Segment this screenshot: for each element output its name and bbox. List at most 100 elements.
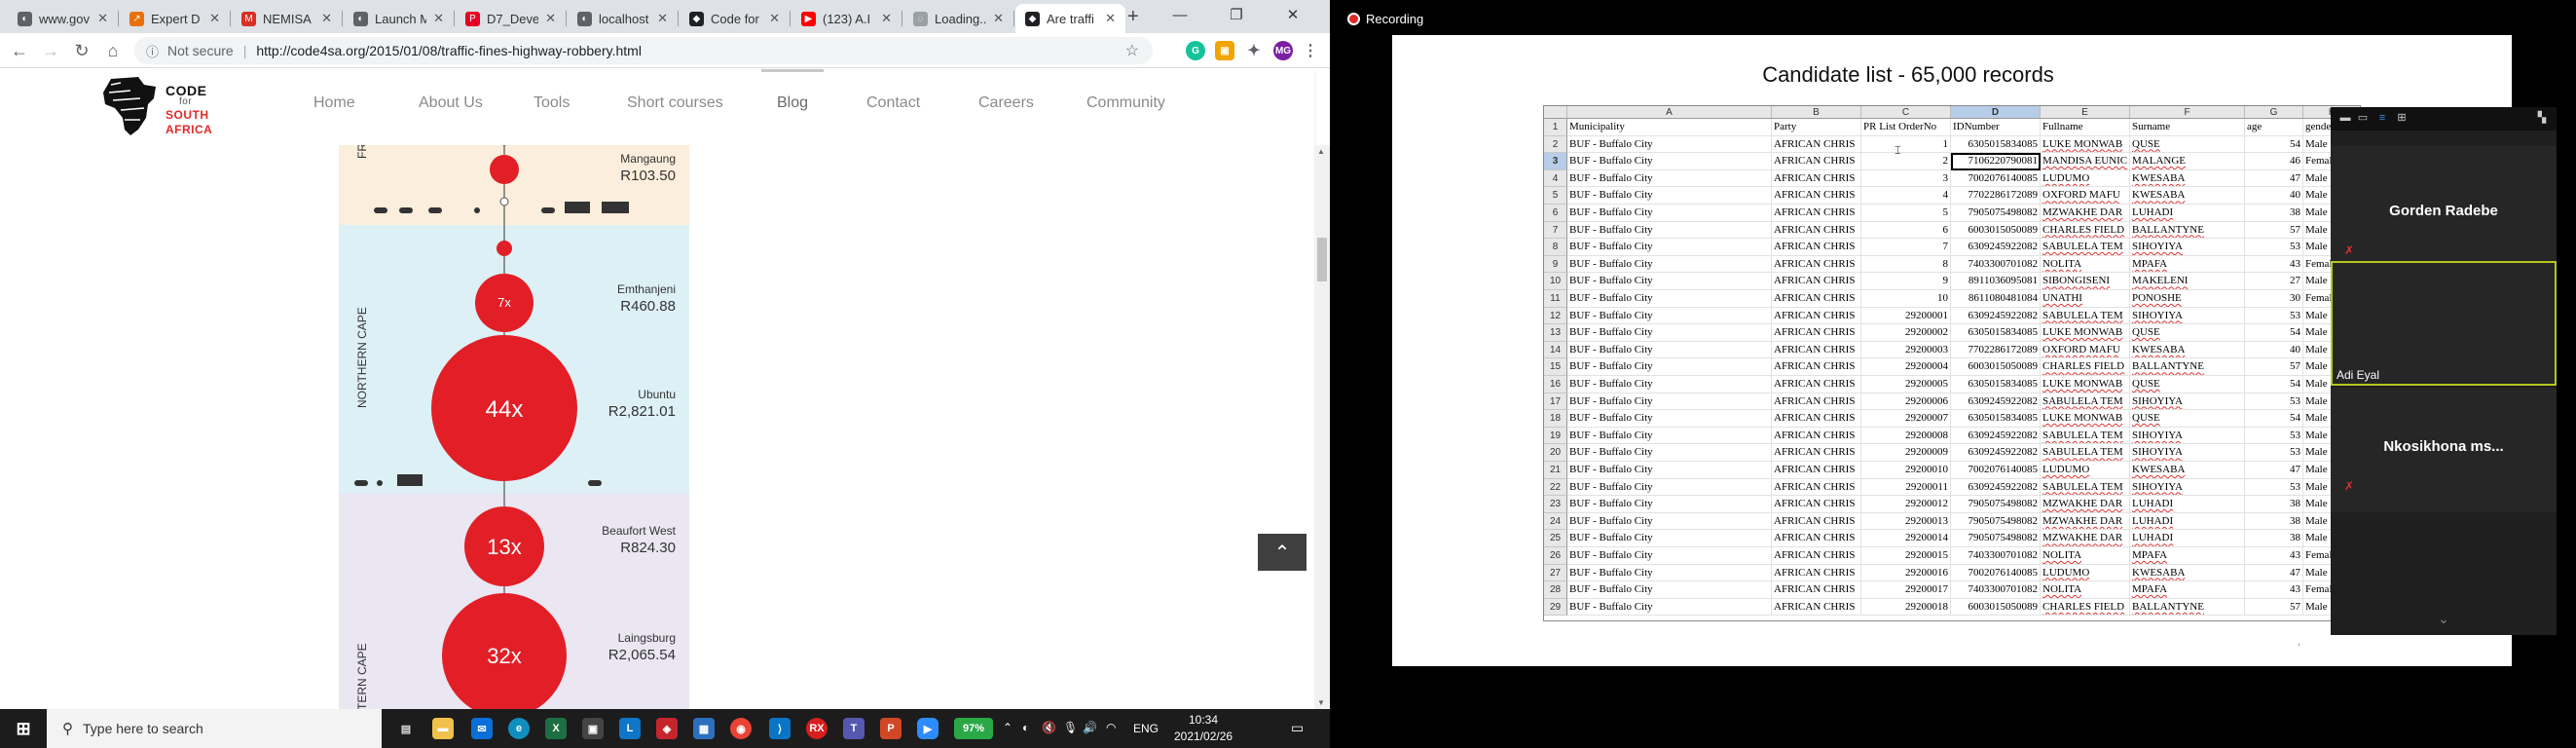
table-cell[interactable]: LUHADI (2130, 205, 2245, 222)
table-cell[interactable]: SABULELA TEM (2041, 478, 2130, 497)
table-cell[interactable]: 9 (1861, 273, 1951, 290)
table-cell[interactable]: 54 (2245, 324, 2303, 342)
table-cell[interactable]: BUF - Buffalo City (1567, 324, 1772, 342)
row-header[interactable]: 5 (1544, 187, 1567, 205)
table-cell[interactable]: 4 (1861, 187, 1951, 205)
table-cell[interactable]: LUHADI (2130, 512, 2245, 531)
nav-item[interactable]: Community (1086, 94, 1165, 112)
back-arrow-icon[interactable]: ← (8, 39, 31, 62)
table-cell[interactable]: 7702286172089 (1951, 341, 2041, 359)
table-cell[interactable]: AFRICAN CHRIS (1772, 290, 1861, 308)
table-cell[interactable]: 29200012 (1861, 496, 1951, 513)
table-cell[interactable]: 29200008 (1861, 427, 1951, 445)
table-cell[interactable]: MALANGE (2130, 153, 2245, 170)
table-cell[interactable]: 30 (2245, 290, 2303, 308)
zoom-icon[interactable]: ▶ (917, 718, 938, 739)
table-cell[interactable]: 6305015834085 (1951, 324, 2041, 342)
browser-tab[interactable]: P D7_Deve ✕ (456, 4, 566, 33)
puzzle-extensions-icon[interactable]: ✦ (1244, 41, 1264, 60)
table-cell[interactable]: SABULELA TEM (2041, 444, 2130, 462)
participant-tile-gorden[interactable]: Gorden Radebe ✗ (2331, 146, 2557, 271)
table-cell[interactable]: 29200014 (1861, 530, 1951, 547)
select-all-corner[interactable] (1544, 106, 1567, 119)
table-cell[interactable]: AFRICAN CHRIS (1772, 462, 1861, 479)
table-cell[interactable]: UNATHI (2041, 290, 2130, 308)
table-cell[interactable]: SIHOYIYA (2130, 444, 2245, 462)
table-cell[interactable]: 3 (1861, 169, 1951, 188)
table-cell[interactable]: 7403300701082 (1951, 255, 2041, 274)
header-cell[interactable]: Surname (2130, 119, 2245, 136)
recording-indicator[interactable]: Recording (1347, 12, 1423, 26)
table-cell[interactable]: BUF - Buffalo City (1567, 205, 1772, 222)
header-cell[interactable]: PR List OrderNo (1861, 119, 1951, 136)
nav-item[interactable]: Short courses (627, 94, 723, 112)
table-cell[interactable]: AFRICAN CHRIS (1772, 512, 1861, 531)
nav-item[interactable]: About Us (419, 94, 483, 112)
table-cell[interactable]: 53 (2245, 239, 2303, 256)
table-cell[interactable]: 6305015834085 (1951, 376, 2041, 393)
table-cell[interactable]: 29200017 (1861, 581, 1951, 599)
table-cell[interactable]: 43 (2245, 255, 2303, 274)
speaker-icon[interactable]: 🔇 (1042, 721, 1056, 734)
table-cell[interactable]: LUHADI (2130, 496, 2245, 513)
table-cell[interactable]: LUDUMO (2041, 462, 2130, 479)
table-cell[interactable]: OXFORD MAFU (2041, 187, 2130, 205)
table-cell[interactable]: BUF - Buffalo City (1567, 255, 1772, 274)
table-cell[interactable]: KWESABA (2130, 341, 2245, 359)
tab-close-icon[interactable]: ✕ (769, 11, 780, 26)
table-cell[interactable]: BUF - Buffalo City (1567, 307, 1772, 325)
table-cell[interactable]: 8 (1861, 255, 1951, 274)
edge-icon[interactable]: e (508, 718, 530, 739)
nav-item[interactable]: Tools (534, 94, 570, 112)
table-cell[interactable]: 6 (1861, 221, 1951, 240)
row-header[interactable]: 11 (1544, 290, 1567, 308)
chevron-down-icon[interactable]: ⌄ (2331, 611, 2557, 634)
table-cell[interactable]: AFRICAN CHRIS (1772, 169, 1861, 188)
grammarly-extension-icon[interactable]: G (1186, 41, 1205, 60)
excel-icon[interactable]: X (545, 718, 567, 739)
table-cell[interactable]: LUKE MONWAB (2041, 410, 2130, 428)
table-cell[interactable]: 47 (2245, 564, 2303, 582)
rx-app-icon[interactable]: RX (806, 718, 828, 739)
browser-tab[interactable]: ◐ Launch M ✕ (344, 4, 454, 33)
table-cell[interactable]: AFRICAN CHRIS (1772, 358, 1861, 376)
table-cell[interactable]: 53 (2245, 393, 2303, 411)
teams-icon[interactable]: T (843, 718, 865, 739)
table-cell[interactable]: BUF - Buffalo City (1567, 393, 1772, 411)
table-cell[interactable]: 54 (2245, 135, 2303, 154)
table-cell[interactable]: 6309245922082 (1951, 393, 2041, 411)
table-cell[interactable]: 7106220790081 (1951, 153, 2041, 170)
table-cell[interactable]: BUF - Buffalo City (1567, 547, 1772, 565)
table-cell[interactable]: LUHADI (2130, 530, 2245, 547)
table-cell[interactable]: 10 (1861, 290, 1951, 308)
row-header[interactable]: 26 (1544, 547, 1567, 565)
header-cell[interactable]: Fullname (2041, 119, 2130, 136)
table-cell[interactable]: 6305015834085 (1951, 410, 2041, 428)
table-cell[interactable]: 29200010 (1861, 462, 1951, 479)
table-cell[interactable]: 7403300701082 (1951, 581, 2041, 599)
table-cell[interactable]: BUF - Buffalo City (1567, 153, 1772, 170)
table-cell[interactable]: AFRICAN CHRIS (1772, 239, 1861, 256)
table-cell[interactable]: AFRICAN CHRIS (1772, 530, 1861, 547)
table-cell[interactable]: 29200002 (1861, 324, 1951, 342)
header-cell[interactable]: IDNumber (1951, 119, 2041, 136)
row-header[interactable]: 14 (1544, 341, 1567, 359)
nav-item[interactable]: Blog (760, 69, 825, 112)
bookmark-star-icon[interactable]: ☆ (1125, 41, 1139, 60)
table-cell[interactable]: 53 (2245, 444, 2303, 462)
row-header[interactable]: 19 (1544, 427, 1567, 445)
row-header[interactable]: 4 (1544, 169, 1567, 188)
photos-icon[interactable]: ▦ (693, 718, 715, 739)
table-cell[interactable]: BUF - Buffalo City (1567, 187, 1772, 205)
table-cell[interactable]: BUF - Buffalo City (1567, 444, 1772, 462)
tab-close-icon[interactable]: ✕ (881, 11, 892, 26)
table-cell[interactable]: 40 (2245, 341, 2303, 359)
scroll-thumb[interactable] (1317, 238, 1327, 281)
table-cell[interactable]: 6309245922082 (1951, 444, 2041, 462)
table-cell[interactable]: AFRICAN CHRIS (1772, 153, 1861, 170)
table-cell[interactable]: 29200006 (1861, 393, 1951, 411)
table-cell[interactable]: BUF - Buffalo City (1567, 462, 1772, 479)
table-cell[interactable]: 7702286172089 (1951, 187, 2041, 205)
table-cell[interactable]: BALLANTYNE (2130, 598, 2245, 617)
row-header[interactable]: 3 (1544, 153, 1567, 170)
